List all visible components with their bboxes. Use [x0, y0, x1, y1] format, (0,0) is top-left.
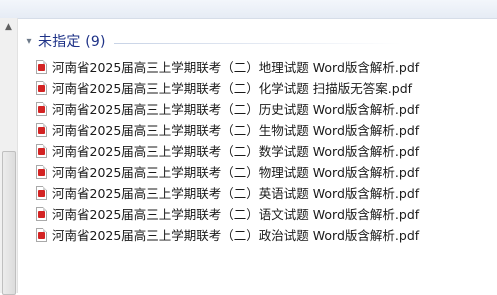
scrollbar-thumb[interactable]	[2, 151, 16, 295]
pdf-file-icon	[36, 80, 47, 95]
pdf-file-icon	[36, 59, 47, 74]
file-item[interactable]: 河南省2025届高三上学期联考（二）物理试题 Word版含解析.pdf	[36, 161, 466, 182]
column-header-bar	[0, 0, 497, 19]
file-item[interactable]: 河南省2025届高三上学期联考（二）历史试题 Word版含解析.pdf	[36, 98, 466, 119]
file-list: 河南省2025届高三上学期联考（二）地理试题 Word版含解析.pdf 河南省2…	[36, 56, 466, 245]
file-item[interactable]: 河南省2025届高三上学期联考（二）英语试题 Word版含解析.pdf	[36, 182, 466, 203]
pdf-file-icon	[36, 164, 47, 179]
pdf-file-icon	[36, 101, 47, 116]
chevron-down-icon[interactable]: ▾	[20, 36, 38, 47]
file-item[interactable]: 河南省2025届高三上学期联考（二）数学试题 Word版含解析.pdf	[36, 140, 466, 161]
file-name: 河南省2025届高三上学期联考（二）语文试题 Word版含解析.pdf	[52, 207, 420, 222]
file-item[interactable]: 河南省2025届高三上学期联考（二）生物试题 Word版含解析.pdf	[36, 119, 466, 140]
group-title: 未指定 (9)	[38, 34, 106, 50]
pdf-file-icon	[36, 122, 47, 137]
pdf-file-icon	[36, 143, 47, 158]
pdf-file-icon	[36, 185, 47, 200]
file-list-pane: ▾ 未指定 (9) 河南省2025届高三上学期联考（二）地理试题 Word版含解…	[18, 18, 497, 293]
file-name: 河南省2025届高三上学期联考（二）物理试题 Word版含解析.pdf	[52, 165, 420, 180]
pdf-file-icon	[36, 227, 47, 242]
file-item[interactable]: 河南省2025届高三上学期联考（二）地理试题 Word版含解析.pdf	[36, 56, 466, 77]
file-name: 河南省2025届高三上学期联考（二）数学试题 Word版含解析.pdf	[52, 144, 420, 159]
file-item[interactable]: 河南省2025届高三上学期联考（二）政治试题 Word版含解析.pdf	[36, 224, 466, 245]
file-name: 河南省2025届高三上学期联考（二）地理试题 Word版含解析.pdf	[52, 60, 420, 75]
group-divider	[113, 42, 402, 44]
file-item[interactable]: 河南省2025届高三上学期联考（二）化学试题 扫描版无答案.pdf	[36, 77, 466, 98]
group-header[interactable]: ▾ 未指定 (9)	[20, 31, 402, 51]
file-item[interactable]: 河南省2025届高三上学期联考（二）语文试题 Word版含解析.pdf	[36, 203, 466, 224]
file-name: 河南省2025届高三上学期联考（二）政治试题 Word版含解析.pdf	[52, 228, 420, 243]
pdf-file-icon	[36, 206, 47, 221]
file-name: 河南省2025届高三上学期联考（二）历史试题 Word版含解析.pdf	[52, 102, 420, 117]
file-name: 河南省2025届高三上学期联考（二）生物试题 Word版含解析.pdf	[52, 123, 420, 138]
scroll-up-arrow-icon[interactable]: ▲	[0, 18, 17, 35]
file-name: 河南省2025届高三上学期联考（二）英语试题 Word版含解析.pdf	[52, 186, 420, 201]
vertical-scrollbar[interactable]: ▲	[0, 18, 18, 295]
file-name: 河南省2025届高三上学期联考（二）化学试题 扫描版无答案.pdf	[52, 81, 413, 96]
